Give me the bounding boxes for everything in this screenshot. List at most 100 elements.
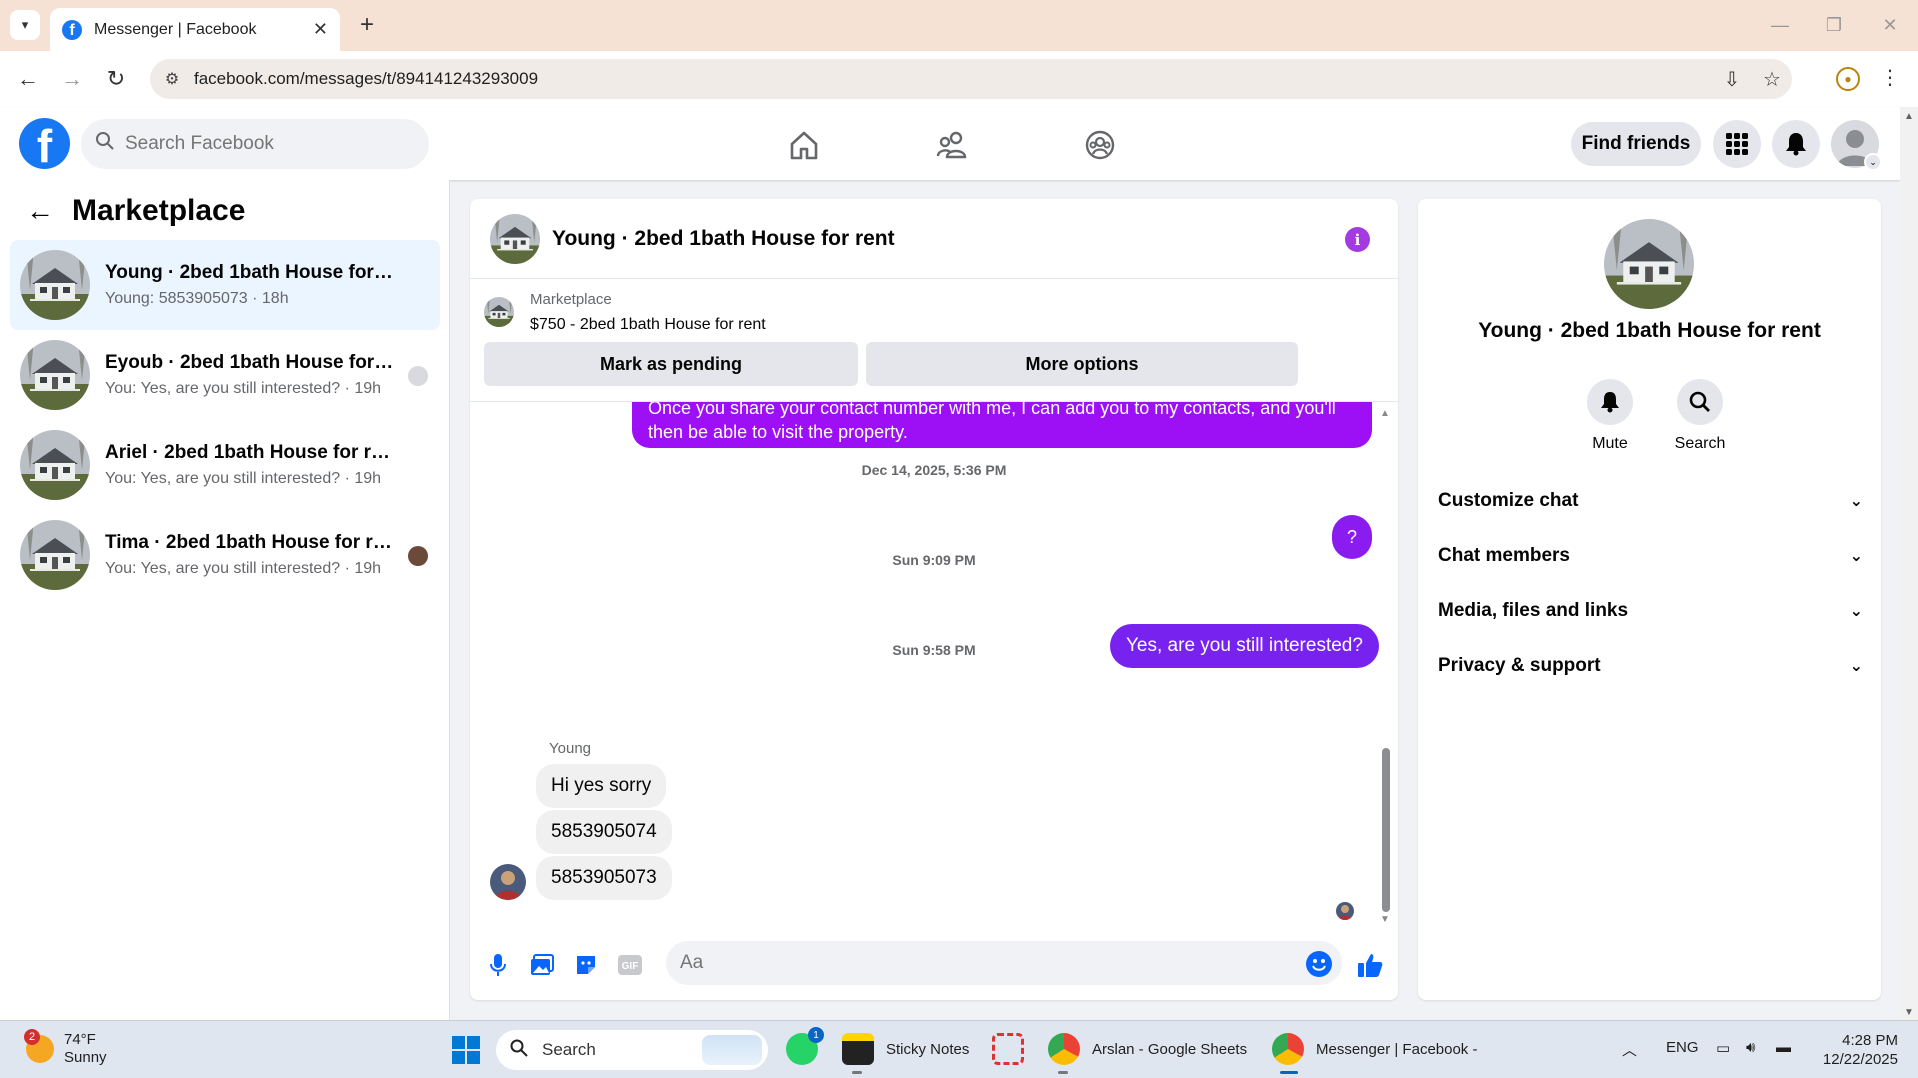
whatsapp-badge: 1 bbox=[808, 1027, 824, 1043]
info-icon[interactable]: i bbox=[1345, 227, 1370, 252]
facebook-search-box[interactable] bbox=[81, 119, 429, 169]
facebook-logo-icon[interactable]: f bbox=[19, 118, 70, 169]
mark-as-pending-button[interactable]: Mark as pending bbox=[484, 342, 858, 386]
photo-icon[interactable] bbox=[528, 951, 556, 979]
scroll-up-arrow-icon[interactable]: ▲ bbox=[1904, 111, 1914, 122]
chrome-menu-icon[interactable]: ⋮ bbox=[1880, 65, 1900, 90]
page-scrollbar[interactable]: ▲ ▼ bbox=[1900, 107, 1918, 1020]
conversation-list: Young · 2bed 1bath House for rent Young:… bbox=[10, 240, 440, 600]
thumbs-up-icon[interactable] bbox=[1356, 951, 1384, 979]
forward-arrow-icon[interactable]: → bbox=[56, 63, 88, 95]
scrollbar-thumb[interactable] bbox=[1382, 748, 1390, 912]
taskbar-search[interactable]: Search bbox=[496, 1030, 768, 1070]
facebook-favicon-icon: f bbox=[62, 19, 82, 40]
back-arrow-icon[interactable]: ← bbox=[26, 195, 54, 227]
customize-chat-row[interactable]: Customize chat ⌄ bbox=[1438, 481, 1863, 521]
account-chevron-down-icon[interactable]: ⌄ bbox=[1864, 153, 1882, 171]
weather-widget[interactable]: 2 74°F Sunny bbox=[24, 1029, 107, 1067]
battery-icon[interactable]: ▬ bbox=[1776, 1039, 1791, 1056]
scroll-up-arrow-icon[interactable]: ▲ bbox=[1380, 408, 1390, 419]
address-bar[interactable]: ⚙ facebook.com/messages/t/89414124329300… bbox=[150, 59, 1792, 99]
chat-house-thumbnail[interactable] bbox=[490, 213, 540, 264]
listing-summary[interactable]: Marketplace $750 - 2bed 1bath House for … bbox=[484, 291, 766, 334]
new-tab-button[interactable]: + bbox=[352, 10, 382, 40]
scroll-down-arrow-icon[interactable]: ▼ bbox=[1380, 914, 1390, 925]
tab-search-chevron-icon[interactable]: ▾ bbox=[10, 10, 40, 40]
conversation-item[interactable]: Eyoub · 2bed 1bath House for rent You: Y… bbox=[10, 330, 440, 420]
install-app-icon[interactable]: ⇩ bbox=[1712, 67, 1752, 92]
chrome-icon bbox=[1272, 1033, 1304, 1065]
search-icon bbox=[1677, 379, 1723, 425]
page-title: Marketplace bbox=[72, 194, 246, 227]
reload-icon[interactable]: ↻ bbox=[100, 63, 132, 95]
chat-members-row[interactable]: Chat members ⌄ bbox=[1438, 536, 1863, 576]
row-label: Chat members bbox=[1438, 545, 1570, 566]
home-icon[interactable] bbox=[784, 125, 824, 165]
close-window-icon[interactable]: ✕ bbox=[1870, 10, 1910, 40]
whatsapp-taskbar-app[interactable]: 1 bbox=[786, 1027, 830, 1065]
microphone-icon[interactable] bbox=[484, 951, 512, 979]
temperature: 74°F bbox=[64, 1031, 96, 1048]
chat-title[interactable]: Young · 2bed 1bath House for rent bbox=[552, 227, 895, 251]
chrome-sheets-taskbar-app[interactable]: Arslan - Google Sheets bbox=[1048, 1033, 1247, 1065]
url-text[interactable]: facebook.com/messages/t/894141243293009 bbox=[194, 69, 1712, 89]
conversation-preview: You: Yes, are you still interested? · 19… bbox=[105, 560, 382, 577]
conversation-item[interactable]: Ariel · 2bed 1bath House for rent You: Y… bbox=[10, 420, 440, 510]
restore-window-icon[interactable]: ❐ bbox=[1814, 10, 1854, 40]
thread-scrollbar[interactable]: ▲ ▼ bbox=[1380, 408, 1390, 928]
whatsapp-icon: 1 bbox=[786, 1027, 824, 1065]
back-arrow-icon[interactable]: ← bbox=[12, 63, 44, 95]
find-friends-button[interactable]: Find friends bbox=[1571, 122, 1701, 166]
message-composer: GIF bbox=[470, 929, 1398, 999]
mute-button[interactable]: Mute bbox=[1570, 379, 1650, 453]
gif-icon[interactable]: GIF bbox=[616, 951, 644, 979]
conversation-item[interactable]: Tima · 2bed 1bath House for rent You: Ye… bbox=[10, 510, 440, 600]
chrome-messenger-taskbar-app[interactable]: Messenger | Facebook - bbox=[1272, 1033, 1477, 1065]
sticker-icon[interactable] bbox=[572, 951, 600, 979]
menu-grid-icon[interactable] bbox=[1713, 120, 1761, 168]
active-app-indicator bbox=[1280, 1071, 1298, 1074]
message-timestamp: Sun 9:58 PM bbox=[892, 642, 976, 658]
message-thread[interactable]: Once you share your contact number with … bbox=[470, 401, 1398, 929]
info-panel-title: Young · 2bed 1bath House for rent bbox=[1478, 319, 1821, 342]
chevron-down-icon: ⌄ bbox=[1849, 548, 1863, 565]
bookmark-star-icon[interactable]: ☆ bbox=[1752, 67, 1792, 92]
browser-tab[interactable]: f Messenger | Facebook ✕ bbox=[50, 8, 340, 51]
emoji-icon[interactable] bbox=[1306, 951, 1332, 977]
groups-icon[interactable] bbox=[1080, 125, 1120, 165]
message-input[interactable] bbox=[680, 952, 1280, 974]
conversation-preview: You: Yes, are you still interested? · 19… bbox=[105, 470, 382, 487]
chrome-profile-icon[interactable]: ● bbox=[1836, 67, 1860, 91]
app-running-indicator bbox=[1058, 1071, 1068, 1074]
show-hidden-icons-chevron-up-icon[interactable]: ︿ bbox=[1622, 1039, 1637, 1060]
conversation-item[interactable]: Young · 2bed 1bath House for rent Young:… bbox=[10, 240, 440, 330]
site-info-icon[interactable]: ⚙ bbox=[150, 69, 194, 89]
minimize-window-icon[interactable]: — bbox=[1760, 10, 1800, 40]
conversation-name: Tima · 2bed 1bath House for rent bbox=[105, 532, 395, 553]
search-in-conversation-button[interactable]: Search bbox=[1660, 379, 1740, 453]
privacy-support-row[interactable]: Privacy & support ⌄ bbox=[1438, 646, 1863, 686]
notifications-bell-icon[interactable] bbox=[1772, 120, 1820, 168]
close-tab-icon[interactable]: ✕ bbox=[313, 19, 328, 40]
more-options-button[interactable]: More options bbox=[866, 342, 1298, 386]
facebook-search-input[interactable] bbox=[125, 133, 385, 155]
message-input-box[interactable] bbox=[666, 941, 1342, 985]
search-highlight-image bbox=[702, 1035, 762, 1065]
scroll-down-arrow-icon[interactable]: ▼ bbox=[1904, 1007, 1914, 1018]
network-icon[interactable]: ▭ bbox=[1716, 1039, 1730, 1057]
media-files-links-row[interactable]: Media, files and links ⌄ bbox=[1438, 591, 1863, 631]
input-language[interactable]: ENG bbox=[1666, 1039, 1699, 1056]
listing-house-photo[interactable] bbox=[1604, 219, 1694, 309]
volume-icon[interactable]: 🔊︎ bbox=[1746, 1039, 1755, 1056]
system-clock[interactable]: 4:28 PM 12/22/2025 bbox=[1818, 1031, 1898, 1069]
sender-avatar[interactable] bbox=[490, 864, 526, 900]
chevron-down-icon: ⌄ bbox=[1849, 603, 1863, 620]
search-label: Search bbox=[1674, 435, 1726, 452]
sticky-notes-taskbar-app[interactable]: Sticky Notes bbox=[842, 1033, 969, 1065]
snipping-tool-taskbar-app[interactable] bbox=[992, 1033, 1036, 1065]
mute-label: Mute bbox=[1592, 435, 1628, 452]
conversation-name: Ariel · 2bed 1bath House for rent bbox=[105, 442, 395, 463]
windows-start-icon[interactable] bbox=[452, 1036, 480, 1064]
chat-panel: Young · 2bed 1bath House for rent i Mark… bbox=[470, 199, 1398, 1000]
friends-icon[interactable] bbox=[932, 125, 972, 165]
